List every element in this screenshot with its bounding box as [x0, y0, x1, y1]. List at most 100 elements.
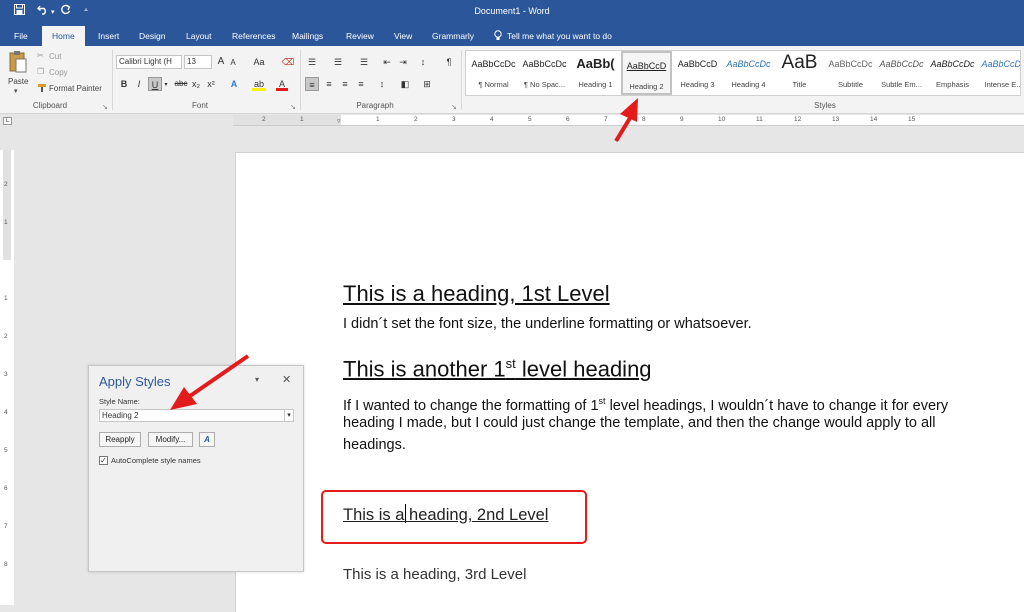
style-title[interactable]: AaB Title	[774, 51, 825, 95]
style-subtle-emphasis[interactable]: AaBbCcDc Subtle Em...	[876, 51, 927, 95]
tab-design[interactable]: Design	[137, 26, 167, 46]
shrink-font-button[interactable]: A	[227, 56, 239, 70]
font-size-combo[interactable]: 13	[184, 55, 212, 69]
multilevel-list-icon[interactable]: ☰	[357, 55, 371, 69]
styles-pane-icon[interactable]: A	[199, 432, 215, 447]
tab-file[interactable]: File	[12, 26, 30, 46]
align-right-icon[interactable]: ≡	[338, 77, 352, 91]
paragraph-group-label: Paragraph	[356, 101, 394, 110]
tab-layout[interactable]: Layout	[184, 26, 214, 46]
heading-1-first[interactable]: This is a heading, 1st Level	[343, 281, 610, 307]
ruler-number: 2	[4, 333, 8, 340]
style-normal[interactable]: AaBbCcDc ¶ Normal	[468, 51, 519, 95]
style-subtitle[interactable]: AaBbCcDc Subtitle	[825, 51, 876, 95]
align-left-icon[interactable]: ≡	[305, 77, 319, 91]
decrease-indent-icon[interactable]: ⇤	[381, 55, 393, 69]
style-emphasis[interactable]: AaBbCcDc Emphasis	[927, 51, 978, 95]
style-intense-emphasis[interactable]: AaBbCcDc Intense E...	[978, 51, 1020, 95]
paragraph-1[interactable]: I didn´t set the font size, the underlin…	[343, 313, 752, 335]
chevron-down-icon[interactable]: ▾	[255, 375, 259, 384]
style-preview: AaBbCcDc	[726, 59, 771, 69]
line-spacing-icon[interactable]: ↕	[375, 77, 389, 91]
dialog-launcher-icon[interactable]: ↘	[290, 103, 296, 111]
tab-review[interactable]: Review	[344, 26, 376, 46]
style-heading-2[interactable]: AaBbCcD Heading 2	[621, 51, 672, 95]
document-page[interactable]: This is a heading, 1st Level I didn´t se…	[235, 152, 1024, 612]
ruler-number: 1	[300, 116, 304, 123]
justify-icon[interactable]: ≡	[354, 77, 368, 91]
paragraph-2-line-3[interactable]: headings.	[343, 434, 406, 456]
shading-icon[interactable]: ◧	[398, 77, 412, 91]
superscript: st	[598, 396, 606, 406]
chevron-down-icon[interactable]: ▾	[162, 78, 170, 92]
chevron-down-icon[interactable]: ▾	[284, 410, 293, 421]
format-painter-button[interactable]: Format Painter	[49, 84, 102, 93]
tab-selector[interactable]: L	[3, 117, 12, 125]
tab-references[interactable]: References	[230, 26, 277, 46]
borders-icon[interactable]: ⊞	[420, 77, 434, 91]
style-no-spacing[interactable]: AaBbCcDc ¶ No Spac...	[519, 51, 570, 95]
heading-3[interactable]: This is a heading, 3rd Level	[343, 566, 526, 583]
style-name-label: Style Name:	[99, 397, 140, 406]
dialog-launcher-icon[interactable]: ↘	[451, 103, 457, 111]
highlight-button[interactable]: ab	[252, 77, 266, 91]
style-heading-3[interactable]: AaBbCcD Heading 3	[672, 51, 723, 95]
italic-button[interactable]: I	[133, 77, 145, 91]
ruler-number: 5	[4, 447, 8, 454]
style-name: Heading 3	[680, 80, 715, 89]
style-heading-4[interactable]: AaBbCcDc Heading 4	[723, 51, 774, 95]
group-separator	[300, 50, 301, 110]
ruler-number: 1	[4, 295, 8, 302]
subscript-button[interactable]: x₂	[190, 77, 202, 91]
style-name-field[interactable]: Heading 2	[99, 409, 294, 422]
paste-icon[interactable]	[8, 50, 28, 76]
style-heading-1[interactable]: AaBb(Heading 1	[570, 51, 621, 95]
tab-home[interactable]: Home	[42, 26, 85, 46]
autocomplete-checkbox[interactable]: ✓	[99, 456, 108, 465]
styles-gallery: AaBbCcDc ¶ Normal AaBbCcDc ¶ No Spac... Aa…	[465, 50, 1021, 96]
ruler-number: 9	[680, 116, 684, 123]
increase-indent-icon[interactable]: ⇥	[397, 55, 409, 69]
tab-mailings[interactable]: Mailings	[290, 26, 325, 46]
dialog-launcher-icon[interactable]: ↘	[102, 103, 108, 111]
numbering-icon[interactable]: ☰	[331, 55, 345, 69]
tell-me-search[interactable]: Tell me what you want to do	[505, 26, 614, 46]
modify-button[interactable]: Modify...	[148, 432, 193, 447]
chevron-down-icon[interactable]: ▾	[14, 87, 18, 95]
cut-button[interactable]: Cut	[49, 52, 61, 61]
tab-view[interactable]: View	[392, 26, 414, 46]
text-effects-button[interactable]: A	[228, 77, 240, 91]
font-group-label: Font	[191, 101, 208, 110]
paragraph-2-line-2[interactable]: heading I made, but I could just change …	[343, 412, 936, 434]
font-color-button[interactable]: A	[276, 77, 288, 91]
tab-insert[interactable]: Insert	[96, 26, 121, 46]
change-case-button[interactable]: Aa	[251, 55, 267, 69]
horizontal-ruler[interactable]: ▿ 2 1 1 2 3 4 5 6 7 8 9 10 11 12 13 14 15	[233, 115, 1024, 126]
align-center-icon[interactable]: ≡	[322, 77, 336, 91]
style-preview: AaBbCcDc	[981, 59, 1020, 69]
copy-button[interactable]: Copy	[49, 68, 68, 77]
heading-2[interactable]: This is a heading, 2nd Level	[343, 506, 548, 525]
style-name: ¶ Normal	[478, 80, 509, 89]
reapply-button[interactable]: Reapply	[99, 432, 141, 447]
underline-button[interactable]: U	[148, 77, 162, 91]
bullets-icon[interactable]: ☰	[305, 55, 319, 69]
lightbulb-icon	[494, 30, 502, 43]
style-name: Heading 1	[578, 80, 613, 89]
superscript-button[interactable]: x²	[205, 77, 217, 91]
strikethrough-button[interactable]: abc	[173, 77, 189, 91]
sort-icon[interactable]: ↕	[417, 55, 429, 69]
style-preview: AaBbCcDc	[930, 59, 975, 69]
bold-button[interactable]: B	[118, 77, 130, 91]
grow-font-button[interactable]: A	[215, 55, 227, 69]
close-icon[interactable]: ✕	[282, 373, 291, 386]
indent-marker[interactable]: ▿	[337, 117, 341, 125]
paste-button[interactable]: Paste	[8, 77, 28, 86]
show-formatting-button[interactable]: ¶	[443, 55, 455, 69]
tab-grammarly[interactable]: Grammarly	[430, 26, 476, 46]
clear-formatting-icon[interactable]: ⌫	[281, 55, 295, 69]
ruler-number: 13	[832, 116, 840, 123]
vertical-ruler[interactable]: 2 1 1 2 3 4 5 6 7 8	[0, 150, 14, 605]
font-name-combo[interactable]: Calibri Light (H	[116, 55, 182, 69]
heading-1-second[interactable]: This is another 1st level heading	[343, 356, 652, 382]
